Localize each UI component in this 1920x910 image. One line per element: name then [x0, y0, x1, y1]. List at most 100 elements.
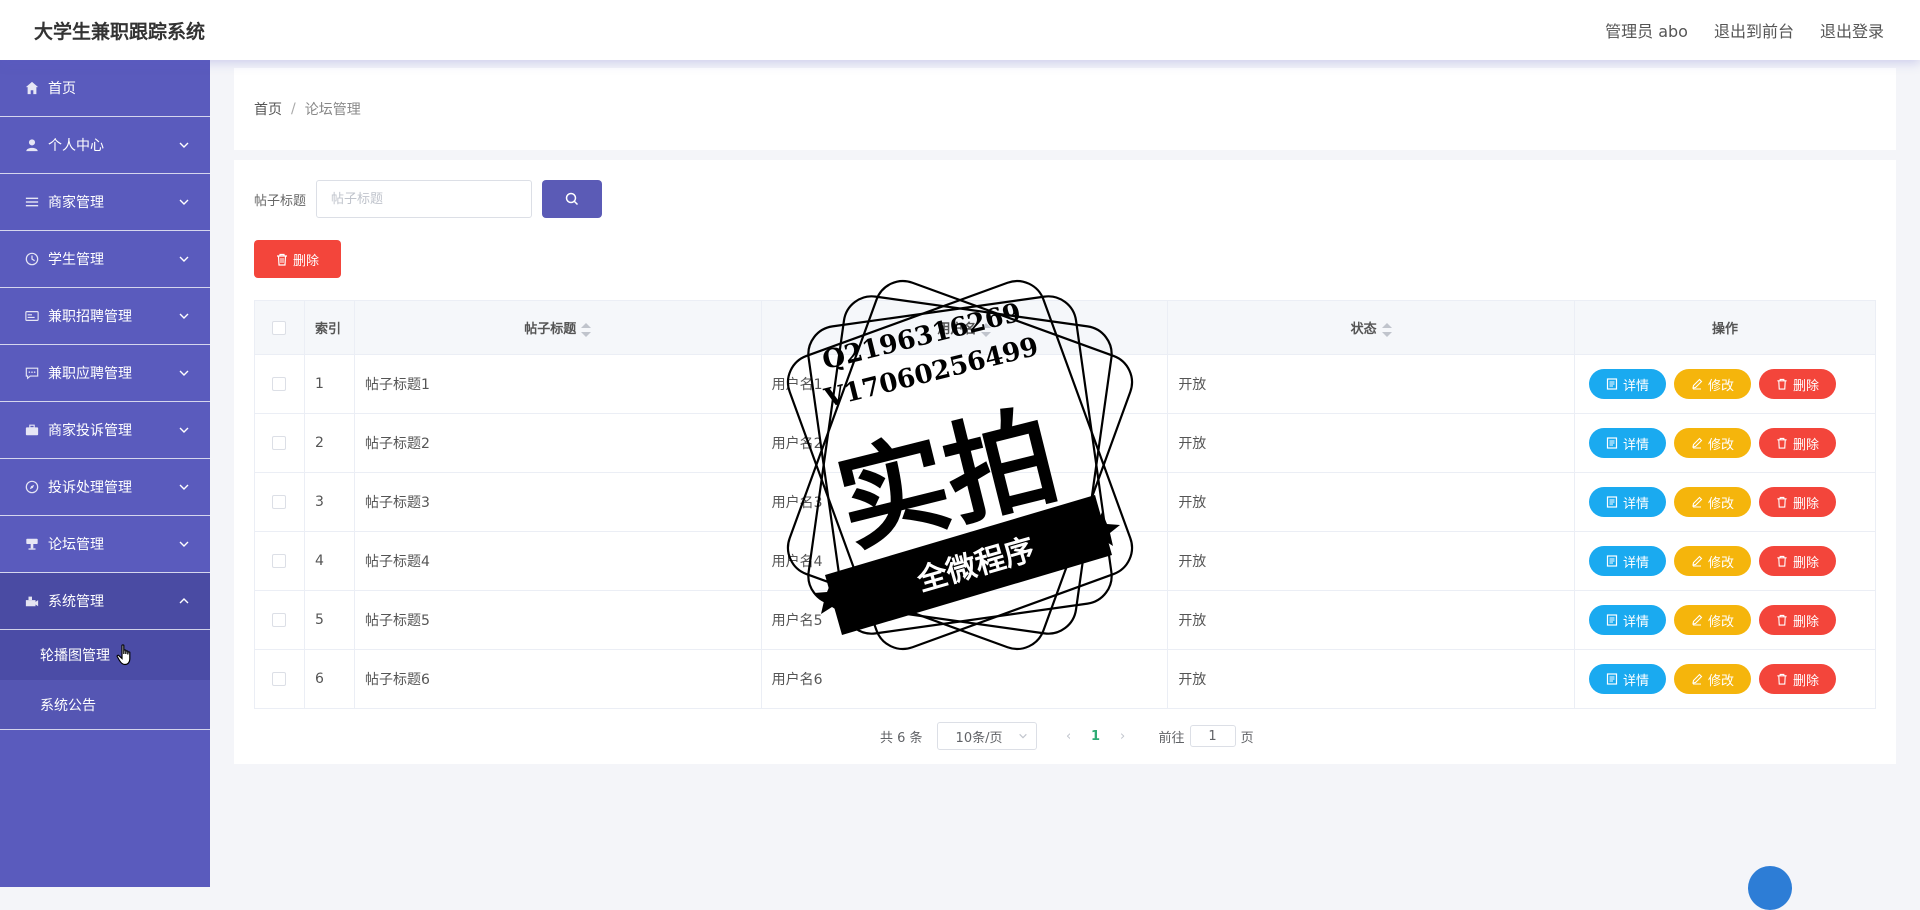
chevron-down-icon: [178, 538, 190, 550]
header-user[interactable]: 用户名: [760, 300, 1169, 355]
page-size-select[interactable]: 10条/页: [936, 722, 1037, 750]
edit-button[interactable]: 修改: [1673, 605, 1751, 635]
header-title[interactable]: 帖子标题: [353, 300, 762, 355]
cell-title: 帖子标题5: [353, 590, 762, 650]
sort-icon[interactable]: [581, 322, 592, 337]
edit-button[interactable]: 修改: [1673, 487, 1751, 517]
row-checkbox[interactable]: [272, 672, 287, 686]
pagination: 共 6 条 10条/页 ‹ 1 › 前往 页: [880, 722, 1254, 750]
menu-icon: [24, 194, 40, 210]
sidebar-item-forum[interactable]: 论坛管理: [0, 516, 210, 573]
document-icon: [1606, 555, 1618, 567]
trash-icon: [276, 253, 288, 266]
cell-title: 帖子标题1: [353, 354, 762, 414]
batch-delete-button[interactable]: 删除: [254, 240, 341, 278]
sidebar-item-label: 商家管理: [48, 195, 104, 211]
settings-icon: [24, 593, 40, 609]
trash-icon: [1776, 614, 1788, 626]
row-checkbox[interactable]: [272, 436, 287, 450]
sort-icon[interactable]: [981, 322, 992, 337]
delete-label: 删除: [1792, 554, 1819, 570]
detail-button[interactable]: 详情: [1588, 428, 1666, 458]
edit-icon: [1691, 614, 1703, 626]
sidebar-item-job-applications[interactable]: 兼职应聘管理: [0, 345, 210, 402]
row-checkbox[interactable]: [272, 554, 287, 568]
chevron-down-icon: [178, 139, 190, 151]
table-row: 6 帖子标题6 用户名6 开放 详情 修改 删除: [254, 649, 1877, 709]
sidebar-item-job-postings[interactable]: 兼职招聘管理: [0, 288, 210, 345]
prev-page-icon[interactable]: ‹: [1057, 729, 1081, 744]
delete-label: 删除: [1792, 672, 1819, 688]
search-input[interactable]: [316, 180, 533, 218]
sidebar-item-students[interactable]: 学生管理: [0, 231, 210, 288]
header-status[interactable]: 状态: [1167, 300, 1575, 355]
edit-button[interactable]: 修改: [1673, 546, 1751, 576]
next-page-icon[interactable]: ›: [1111, 729, 1135, 744]
sort-icon[interactable]: [1381, 322, 1392, 337]
floating-action-button[interactable]: [1748, 866, 1792, 910]
delete-button[interactable]: 删除: [1758, 369, 1836, 399]
select-all-cell: [254, 300, 305, 355]
chevron-down-icon: [1018, 731, 1028, 741]
table-row: 5 帖子标题5 用户名5 开放 详情 修改 删除: [254, 590, 1877, 650]
sidebar-subitem-carousel[interactable]: 轮播图管理: [0, 630, 210, 680]
cell-actions: 详情 修改 删除: [1573, 472, 1877, 532]
delete-button[interactable]: 删除: [1758, 487, 1836, 517]
chevron-up-icon: [178, 595, 190, 607]
delete-button[interactable]: 删除: [1758, 605, 1836, 635]
sidebar-item-label: 学生管理: [48, 252, 104, 268]
trash-icon: [1776, 555, 1788, 567]
document-icon: [1606, 378, 1618, 390]
detail-button[interactable]: 详情: [1588, 546, 1666, 576]
cell-index: 1: [303, 354, 355, 414]
search-button[interactable]: [542, 180, 603, 218]
select-all-checkbox[interactable]: [272, 320, 287, 335]
row-checkbox[interactable]: [272, 377, 287, 391]
detail-button[interactable]: 详情: [1588, 605, 1666, 635]
sidebar-item-label: 系统管理: [48, 594, 104, 610]
detail-button[interactable]: 详情: [1588, 487, 1666, 517]
chevron-down-icon: [178, 424, 190, 436]
sidebar-item-home[interactable]: 首页: [0, 60, 210, 117]
row-checkbox[interactable]: [272, 495, 287, 509]
delete-button[interactable]: 删除: [1758, 546, 1836, 576]
cell-index: 5: [303, 590, 355, 650]
logout-link[interactable]: 退出登录: [1820, 18, 1884, 42]
edit-button[interactable]: 修改: [1673, 369, 1751, 399]
chevron-down-icon: [178, 367, 190, 379]
delete-button[interactable]: 删除: [1758, 664, 1836, 694]
sidebar-item-system[interactable]: 系统管理: [0, 573, 210, 630]
detail-label: 详情: [1622, 495, 1649, 511]
sidebar-subitem-announcements[interactable]: 系统公告: [0, 680, 210, 730]
goto-page-input[interactable]: [1189, 725, 1236, 747]
page-number-current[interactable]: 1: [1081, 729, 1111, 744]
cell-title: 帖子标题2: [353, 413, 762, 473]
detail-button[interactable]: 详情: [1588, 369, 1666, 399]
sidebar-item-label: 论坛管理: [48, 537, 104, 553]
exit-to-front-link[interactable]: 退出到前台: [1714, 18, 1794, 42]
sidebar-item-complaint-handling[interactable]: 投诉处理管理: [0, 459, 210, 516]
edit-button[interactable]: 修改: [1673, 428, 1751, 458]
table-row: 4 帖子标题4 用户名4 开放 详情 修改 删除: [254, 531, 1877, 591]
sidebar-item-merchant-complaints[interactable]: 商家投诉管理: [0, 402, 210, 459]
sidebar-item-merchants[interactable]: 商家管理: [0, 174, 210, 231]
search-label: 帖子标题: [254, 193, 307, 209]
chevron-down-icon: [178, 253, 190, 265]
row-select-cell: [254, 413, 305, 473]
edit-button[interactable]: 修改: [1673, 664, 1751, 694]
cell-index: 4: [303, 531, 355, 591]
delete-button[interactable]: 删除: [1758, 428, 1836, 458]
detail-button[interactable]: 详情: [1588, 664, 1666, 694]
header-actions: 管理员 abo 退出到前台 退出登录: [1605, 18, 1884, 42]
sidebar-item-profile[interactable]: 个人中心: [0, 117, 210, 174]
chat-icon: [24, 365, 40, 381]
current-user-label[interactable]: 管理员 abo: [1605, 18, 1688, 42]
detail-label: 详情: [1622, 377, 1649, 393]
cell-actions: 详情 修改 删除: [1573, 590, 1877, 650]
row-checkbox[interactable]: [272, 613, 287, 627]
row-select-cell: [254, 354, 305, 414]
breadcrumb-home[interactable]: 首页: [254, 99, 282, 119]
system-submenu: 轮播图管理 系统公告: [0, 630, 210, 730]
row-select-cell: [254, 649, 305, 709]
forum-table: 索引 帖子标题 用户名 状态 操作 1 帖子标题1 用户名1 开放 详情 修改 删除 2 帖子标…: [254, 300, 1877, 709]
